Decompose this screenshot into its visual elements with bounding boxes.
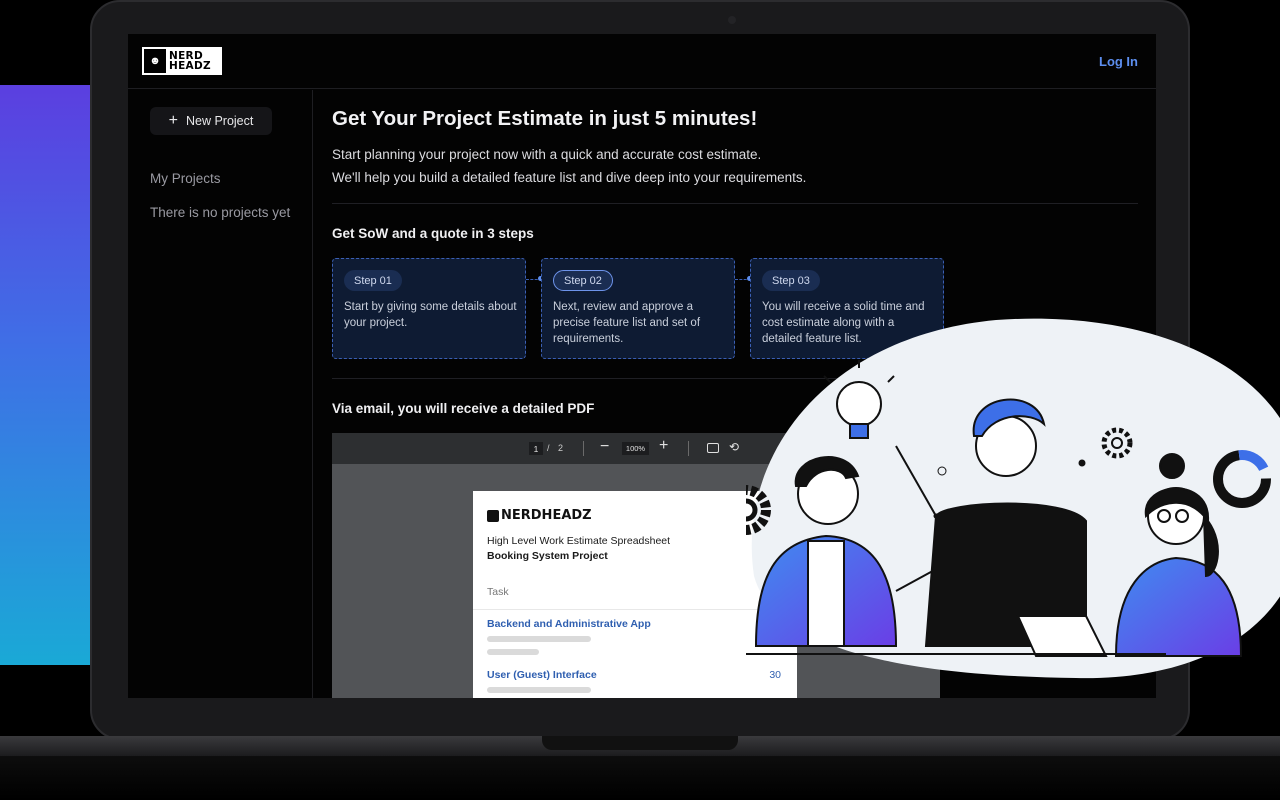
page-title: Get Your Project Estimate in just 5 minu…: [332, 107, 758, 130]
step-badge: Step 01: [344, 270, 402, 291]
step-card-2: Step 02 Next, review and approve a preci…: [541, 258, 735, 359]
pdf-heading: Via email, you will receive a detailed P…: [332, 401, 595, 416]
zoom-in-icon[interactable]: +: [659, 437, 668, 455]
marketing-hero: ☻ NERD HEADZ Log In + New Project My Pro…: [0, 0, 1280, 800]
zoom-out-icon[interactable]: −: [600, 438, 609, 456]
toolbar-divider: [688, 441, 689, 456]
new-project-button[interactable]: + New Project: [150, 107, 272, 135]
document-logo-text: NERDHEADZ: [501, 508, 592, 523]
floor-shadow: [0, 756, 1280, 800]
task-row-label: Backend and Administrative App: [487, 618, 651, 630]
empty-projects-text: There is no projects yet: [150, 205, 291, 220]
sidebar: + New Project My Projects There is no pr…: [128, 90, 313, 698]
step-badge: Step 03: [762, 270, 820, 291]
gradient-side-panel: [0, 85, 96, 665]
pdf-zoom-input[interactable]: 100%: [622, 442, 649, 455]
my-projects-heading: My Projects: [150, 171, 221, 186]
divider: [332, 203, 1138, 204]
team-illustration: [746, 318, 1280, 679]
plus-icon: +: [168, 112, 178, 129]
brand-logo[interactable]: ☻ NERD HEADZ: [142, 47, 222, 75]
step-card-1: Step 01 Start by giving some details abo…: [332, 258, 526, 359]
step-badge: Step 02: [553, 270, 613, 291]
placeholder-bar: [487, 636, 591, 642]
steps-heading: Get SoW and a quote in 3 steps: [332, 226, 534, 241]
step-description: Next, review and approve a precise featu…: [553, 301, 701, 345]
pdf-total-pages: 2: [558, 443, 564, 453]
rotate-icon[interactable]: ⟲: [729, 440, 739, 454]
intro-text-2: We'll help you build a detailed feature …: [332, 170, 807, 185]
fit-page-icon[interactable]: [707, 443, 719, 453]
step-description: Start by giving some details about your …: [344, 301, 517, 329]
toolbar-divider: [583, 441, 584, 456]
nerd-face-icon: ☻: [144, 49, 166, 73]
pdf-page-input[interactable]: 1: [529, 442, 543, 455]
pdf-page-separator: /: [547, 443, 550, 453]
nerd-face-icon: [487, 509, 499, 522]
document-project-name: Booking System Project: [487, 550, 608, 562]
task-column-header: Task: [487, 586, 509, 598]
logo-text-bottom: HEADZ: [169, 60, 211, 72]
placeholder-bar: [487, 649, 539, 655]
camera-icon: [728, 16, 736, 24]
document-logo: NERDHEADZ: [487, 508, 592, 523]
login-link[interactable]: Log In: [1099, 54, 1138, 69]
document-subtitle: High Level Work Estimate Spreadsheet: [487, 535, 671, 547]
new-project-label: New Project: [185, 114, 254, 128]
app-header: ☻ NERD HEADZ Log In: [128, 34, 1156, 89]
intro-text-1: Start planning your project now with a q…: [332, 147, 762, 162]
task-row-label: User (Guest) Interface: [487, 669, 597, 681]
laptop-notch: [542, 736, 738, 750]
placeholder-bar: [487, 687, 591, 693]
